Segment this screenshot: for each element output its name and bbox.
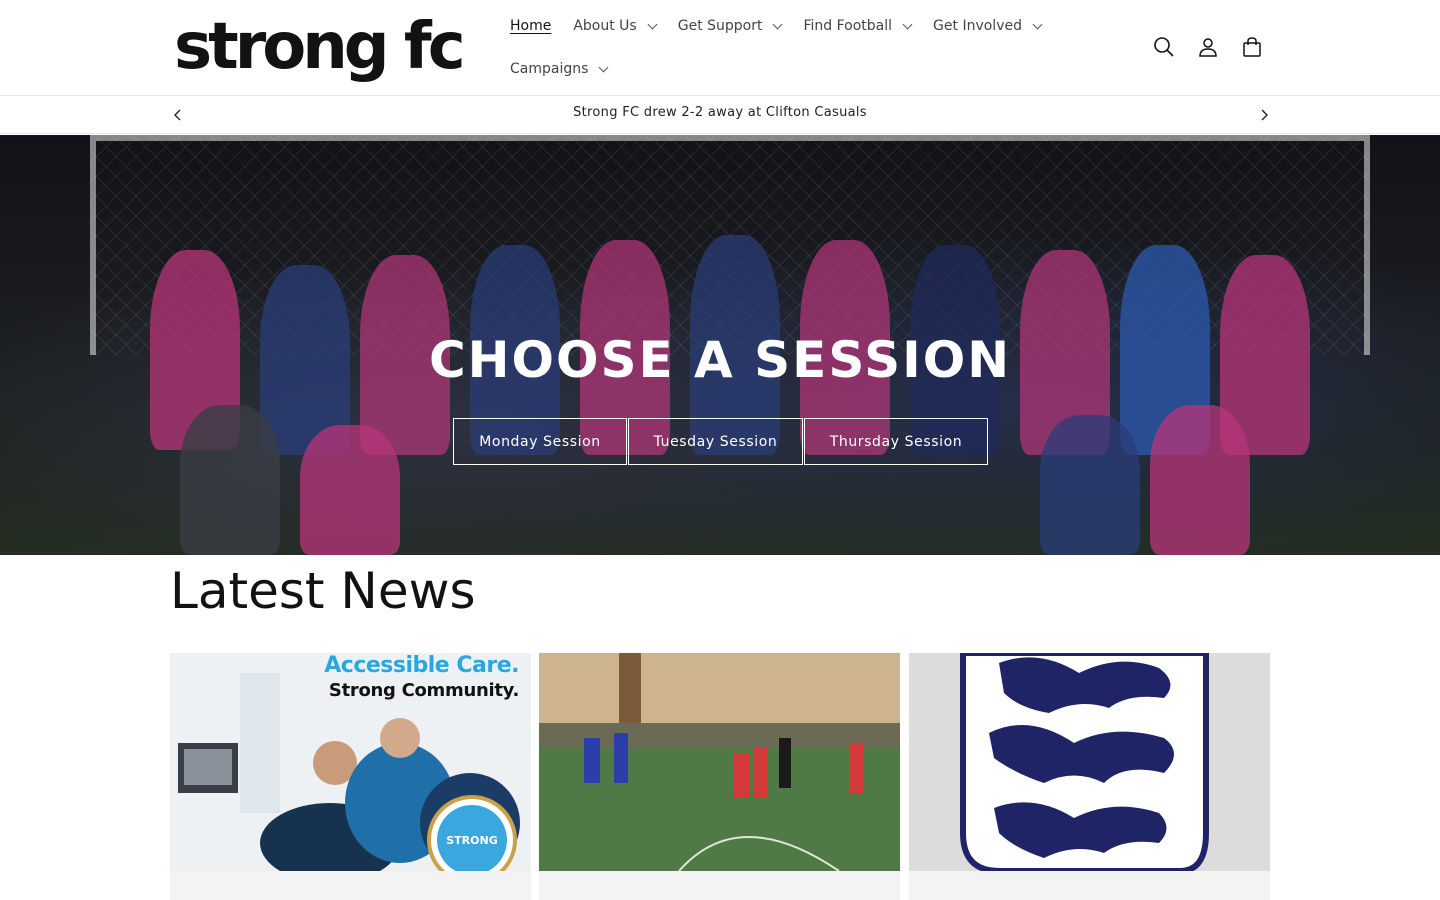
news-card-image [909, 653, 1270, 871]
nav-item-label: Get Involved [933, 18, 1022, 34]
strong-fc-badge-text: STRONG [437, 805, 507, 871]
announcement-text[interactable]: Strong FC drew 2-2 away at Clifton Casua… [0, 105, 1440, 120]
nav-item-label: Find Football [803, 18, 893, 34]
news-card-headline-2: Strong Community. [328, 680, 519, 701]
search-icon[interactable] [1152, 33, 1176, 61]
chevron-down-icon [647, 19, 658, 29]
nav-item-find-football[interactable]: Find Football [803, 14, 913, 38]
session-buttons: Monday Session Tuesday Session Thursday … [453, 418, 989, 465]
header-icons [1152, 33, 1264, 61]
nav-item-about-us[interactable]: About Us [573, 14, 658, 38]
news-card[interactable]: Accessible Care. Strong Community. STRON… [170, 653, 531, 900]
latest-news-heading: Latest News [170, 562, 476, 620]
news-card-headline-1: Accessible Care. [324, 653, 519, 678]
site-logo[interactable]: strong fc [174, 12, 466, 82]
tuesday-session-button[interactable]: Tuesday Session [628, 418, 803, 465]
news-card[interactable] [909, 653, 1270, 900]
nav-item-campaigns[interactable]: Campaigns [510, 57, 609, 81]
monday-session-button[interactable]: Monday Session [453, 418, 627, 465]
thursday-session-button[interactable]: Thursday Session [804, 418, 988, 465]
nav-item-home[interactable]: Home [510, 14, 551, 38]
nav-item-get-involved[interactable]: Get Involved [933, 14, 1043, 38]
main-nav-row-2: Campaigns [510, 57, 629, 81]
news-card-image [539, 653, 900, 871]
account-icon[interactable] [1196, 33, 1220, 61]
hero-banner: CHOOSE A SESSION Monday Session Tuesday … [0, 135, 1440, 555]
main-nav-row-1: Home About Us Get Support Find Football … [510, 14, 1063, 38]
cart-icon[interactable] [1240, 33, 1264, 61]
hero-title: CHOOSE A SESSION [428, 331, 1012, 389]
chevron-down-icon [1032, 19, 1043, 29]
announcement-next-button[interactable] [1256, 107, 1272, 123]
england-crest-icon [909, 653, 1270, 871]
match-photo [539, 653, 900, 871]
chevron-down-icon [902, 19, 913, 29]
nav-item-label: Get Support [677, 18, 763, 34]
chevron-down-icon [773, 19, 783, 29]
nav-item-label: About Us [573, 18, 637, 34]
chevron-down-icon [598, 62, 609, 72]
news-card[interactable] [539, 653, 900, 900]
nav-item-label: Home [510, 18, 552, 34]
news-card-image: Accessible Care. Strong Community. STRON… [170, 653, 531, 871]
announcement-bar: Strong FC drew 2-2 away at Clifton Casua… [0, 96, 1440, 134]
nav-item-label: Campaigns [510, 61, 589, 77]
chevron-right-icon [1261, 109, 1268, 121]
nav-item-get-support[interactable]: Get Support [677, 14, 783, 38]
site-header: strong fc Home About Us Get Support Find… [0, 0, 1440, 96]
